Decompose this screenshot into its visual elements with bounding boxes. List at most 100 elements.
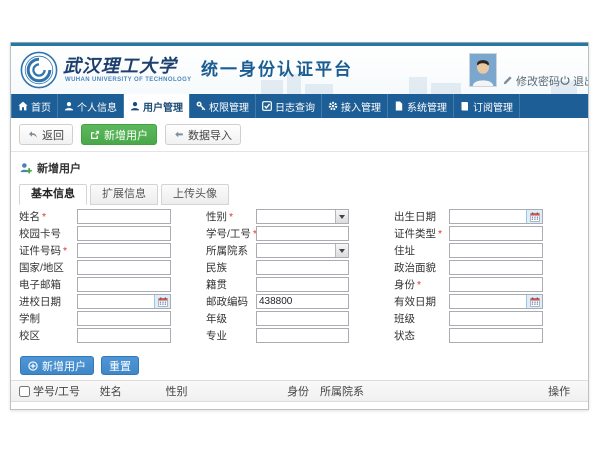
main-content: 返回 新增用户 数据导入 新增用户 基本信息扩展信息上传头像 姓名*性别*出生日… xyxy=(11,118,588,409)
country-region-label: 国家/地区 xyxy=(19,260,77,275)
id-type-input[interactable] xyxy=(449,226,543,241)
back-button[interactable]: 返回 xyxy=(19,124,73,145)
nav-tab-log-query[interactable]: 日志查询 xyxy=(256,94,322,118)
major-input[interactable] xyxy=(256,328,349,343)
required-asterisk: * xyxy=(63,245,67,257)
valid-date-input[interactable] xyxy=(450,295,526,308)
logout-link[interactable]: 退出 xyxy=(560,73,588,89)
education-length-input[interactable] xyxy=(77,311,171,326)
dropdown-arrow-button[interactable] xyxy=(335,210,348,223)
select-all-checkbox[interactable] xyxy=(19,386,30,397)
student-staff-id-label: 学号/工号* xyxy=(206,226,256,241)
native-place-field-group: 籍贯 xyxy=(206,277,349,292)
birth-date-label-text: 出生日期 xyxy=(394,211,436,223)
select-all-cell xyxy=(11,386,33,397)
major-field-group: 专业 xyxy=(206,328,349,343)
form-row: 校区 专业 状态 xyxy=(19,327,588,344)
nav-tab-label: 日志查询 xyxy=(275,99,315,114)
grade-input[interactable] xyxy=(256,311,349,326)
department-select[interactable] xyxy=(256,243,349,258)
status-label-text: 状态 xyxy=(394,330,415,342)
add-user-submit-button[interactable]: 新增用户 xyxy=(20,356,94,375)
app-window: 武汉理工大学 WUHAN UNIVERSITY OF TECHNOLOGY 统一… xyxy=(10,42,589,410)
student-staff-id-input[interactable] xyxy=(256,226,349,241)
class-input[interactable] xyxy=(449,311,543,326)
birth-date-calendar-button[interactable] xyxy=(526,210,542,223)
gender-select[interactable] xyxy=(256,209,349,224)
app-header: 武汉理工大学 WUHAN UNIVERSITY OF TECHNOLOGY 统一… xyxy=(11,46,588,94)
data-import-button[interactable]: 数据导入 xyxy=(165,124,241,145)
name-input[interactable] xyxy=(77,209,171,224)
form-row: 国家/地区民族政治面貌 xyxy=(19,259,588,276)
identity-label: 身份* xyxy=(394,277,449,292)
tab-upload-avatar[interactable]: 上传头像 xyxy=(161,184,229,205)
country-region-input[interactable] xyxy=(77,260,171,275)
ethnicity-input[interactable] xyxy=(256,260,349,275)
valid-date-field-group: 有效日期 xyxy=(394,294,543,309)
political-status-input[interactable] xyxy=(449,260,543,275)
birth-date-field xyxy=(449,209,543,224)
address-input[interactable] xyxy=(449,243,543,258)
add-user-toolbar-button[interactable]: 新增用户 xyxy=(81,124,157,145)
nav-tab-system-mgmt[interactable]: 系统管理 xyxy=(388,94,454,118)
form-row: 姓名*性别*出生日期 xyxy=(19,208,588,225)
campus-card-no-input[interactable] xyxy=(77,226,171,241)
valid-date-calendar-button[interactable] xyxy=(526,295,542,308)
nav-tab-label: 系统管理 xyxy=(407,99,447,114)
native-place-input[interactable] xyxy=(256,277,349,292)
birth-date-input[interactable] xyxy=(450,210,526,223)
class-label-text: 班级 xyxy=(394,313,415,325)
birth-date-field-group: 出生日期 xyxy=(394,209,543,224)
nav-tab-user-mgmt[interactable]: 用户管理 xyxy=(124,94,190,118)
email-field-group: 电子邮箱 xyxy=(19,277,171,292)
education-length-label-text: 学制 xyxy=(19,313,40,325)
status-input[interactable] xyxy=(449,328,543,343)
education-length-field-group: 学制 xyxy=(19,311,171,326)
required-asterisk: * xyxy=(229,211,233,223)
tab-basic-info[interactable]: 基本信息 xyxy=(19,184,87,205)
student-staff-id-field-group: 学号/工号* xyxy=(206,226,349,241)
entry-date-input[interactable] xyxy=(78,295,154,308)
nav-tab-permission-mgmt[interactable]: 权限管理 xyxy=(190,94,256,118)
identity-input[interactable] xyxy=(449,277,543,292)
nav-tab-subscription-mgmt[interactable]: 订阅管理 xyxy=(454,94,520,118)
address-label-text: 住址 xyxy=(394,245,415,257)
native-place-label-text: 籍贯 xyxy=(206,279,227,291)
back-button-label: 返回 xyxy=(42,127,64,143)
postal-code-label: 邮政编码 xyxy=(206,294,256,309)
student-staff-id-label-text: 学号/工号 xyxy=(206,228,251,240)
id-number-input[interactable] xyxy=(77,243,171,258)
results-table-header: 学号/工号姓名性别身份所属院系操作 xyxy=(11,380,588,402)
power-icon xyxy=(560,75,570,88)
address-label: 住址 xyxy=(394,243,449,258)
tab-extended-info[interactable]: 扩展信息 xyxy=(90,184,158,205)
form-row: 证件号码*所属院系住址 xyxy=(19,242,588,259)
nav-tab-access-mgmt[interactable]: 接入管理 xyxy=(322,94,388,118)
pencil-icon xyxy=(503,75,513,88)
postal-code-input[interactable] xyxy=(256,294,349,309)
entry-date-calendar-button[interactable] xyxy=(154,295,170,308)
form-row: 校园卡号学号/工号*证件类型* xyxy=(19,225,588,242)
gear-icon xyxy=(328,101,338,111)
reset-button[interactable]: 重置 xyxy=(101,356,139,375)
section-header: 新增用户 xyxy=(20,160,588,176)
plus-circle-icon xyxy=(28,361,38,371)
user-form: 姓名*性别*出生日期校园卡号学号/工号*证件类型*证件号码*所属院系住址国家/地… xyxy=(19,208,588,344)
campus-card-no-label: 校园卡号 xyxy=(19,226,77,241)
campus-input[interactable] xyxy=(77,328,171,343)
dropdown-arrow-button[interactable] xyxy=(335,244,348,257)
required-asterisk: * xyxy=(438,228,442,240)
nav-tab-profile[interactable]: 个人信息 xyxy=(58,94,124,118)
major-label-text: 专业 xyxy=(206,330,227,342)
political-status-label: 政治面貌 xyxy=(394,260,449,275)
id-type-label: 证件类型* xyxy=(394,226,449,241)
email-input[interactable] xyxy=(77,277,171,292)
user-photo-avatar xyxy=(469,53,497,87)
change-password-link[interactable]: 修改密码 xyxy=(503,73,560,89)
campus-label-text: 校区 xyxy=(19,330,40,342)
nav-tab-home[interactable]: 首页 xyxy=(11,94,58,118)
political-status-label-text: 政治面貌 xyxy=(394,262,436,274)
export-icon xyxy=(90,130,100,140)
tab-label: 扩展信息 xyxy=(102,188,146,200)
political-status-field-group: 政治面貌 xyxy=(394,260,543,275)
